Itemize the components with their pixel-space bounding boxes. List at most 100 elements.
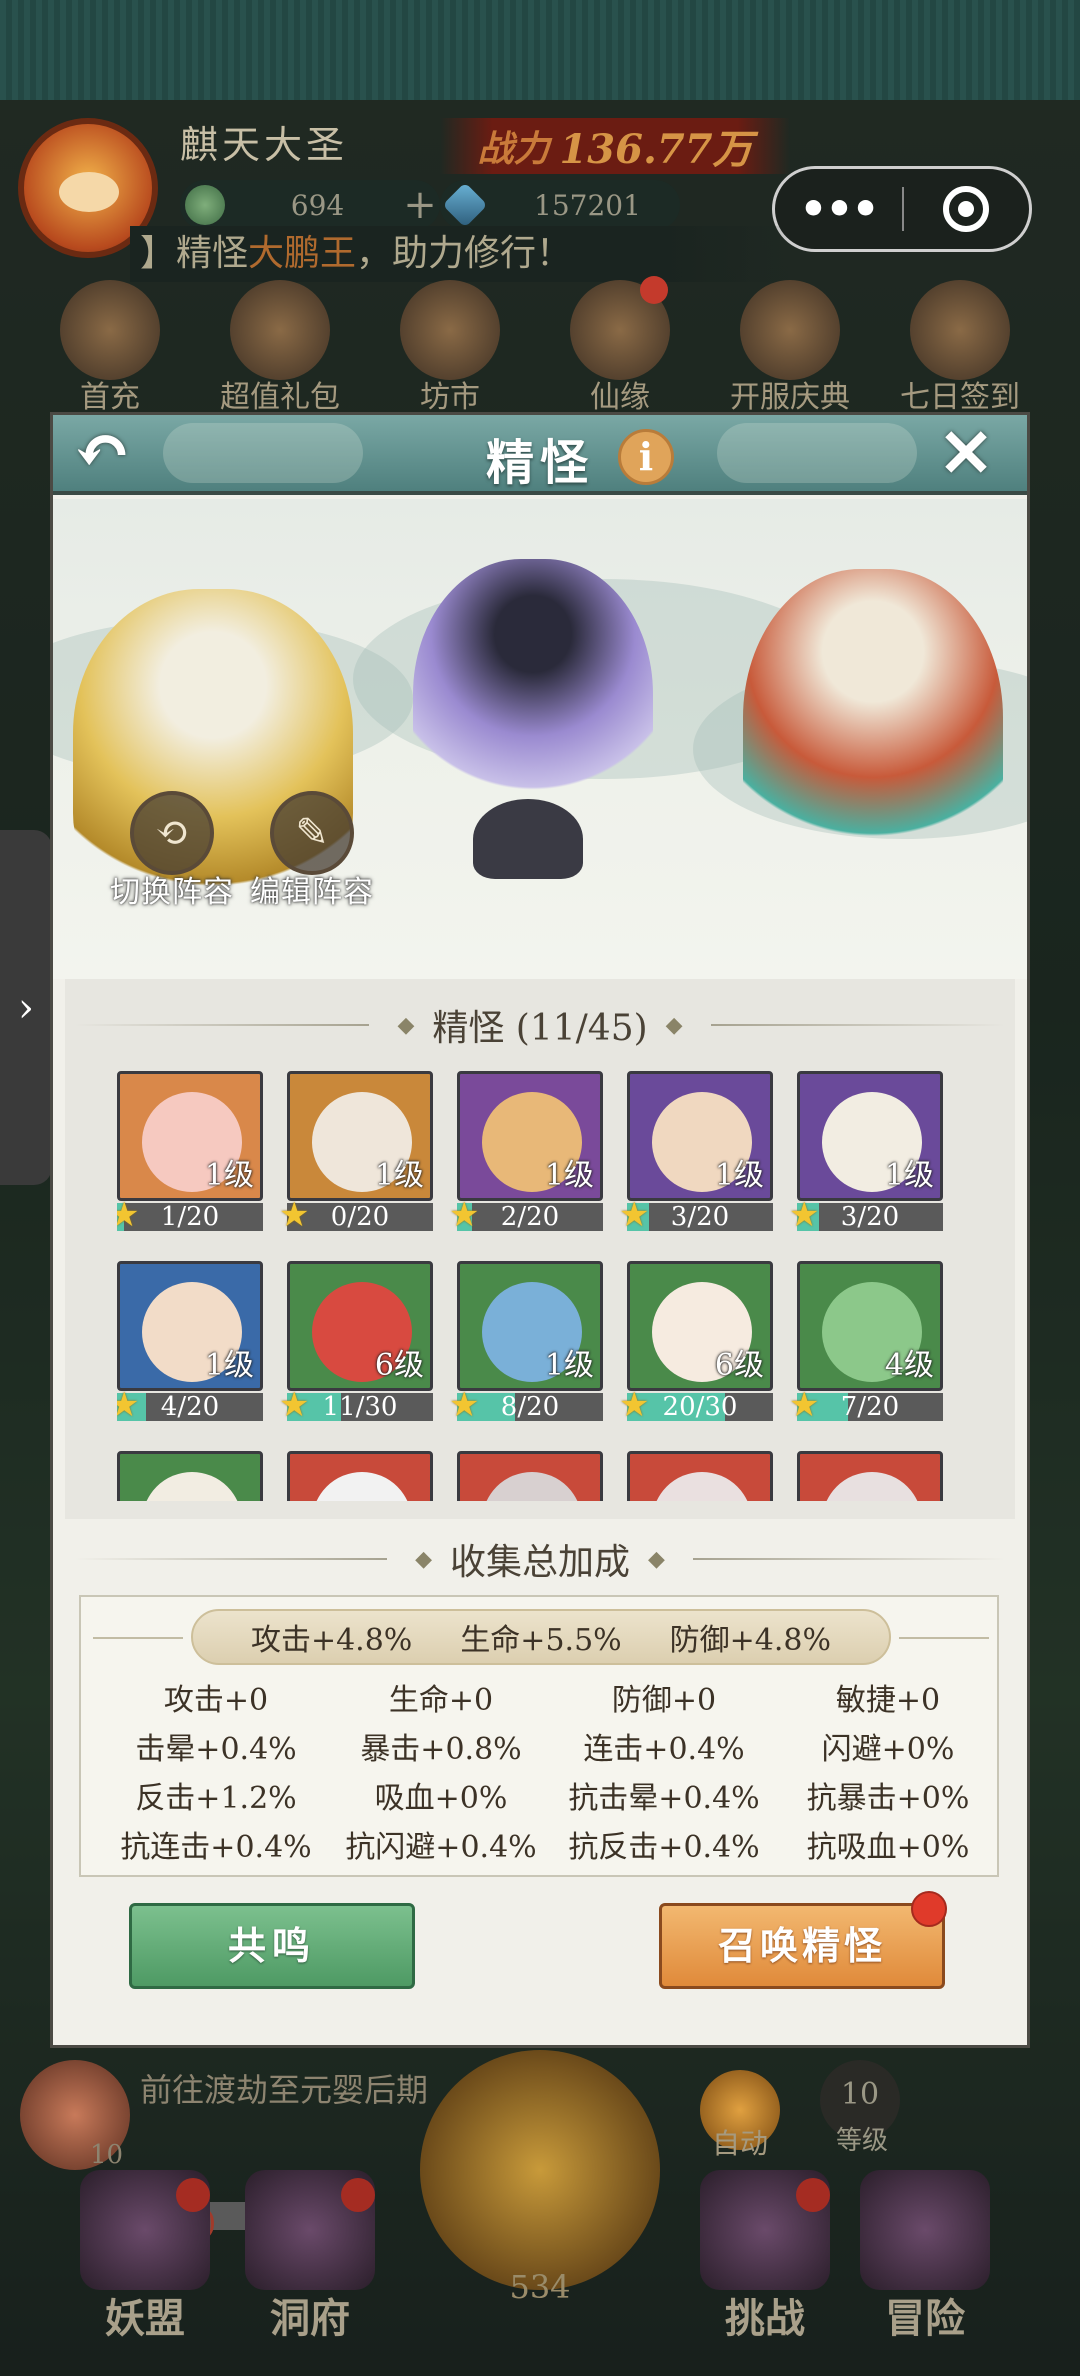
spirit-portrait: 6级 (287, 1261, 433, 1391)
switch-lineup-label: 切换阵容 (110, 875, 234, 910)
divider (710, 1024, 1005, 1026)
bonus-stat: 生命+0 (388, 1683, 494, 1718)
spirit-card[interactable]: 1级 0/20 ★ (279, 1071, 433, 1233)
bonus-stat: 连击+0.4% (583, 1732, 745, 1767)
gift-bag-icon (230, 280, 330, 380)
spirit-portrait (117, 1451, 263, 1501)
power-display: 战力 136.77万 (440, 118, 790, 174)
star-icon: ★ (279, 1195, 310, 1235)
announcement-suffix: ，助力修行！ (356, 233, 573, 274)
spirit-portrait: 1级 (457, 1071, 603, 1201)
bonus-stat: 抗吸血+0% (806, 1830, 970, 1865)
axe-action-button[interactable] (420, 2050, 660, 2290)
roster-title: 精怪 (11/45) (432, 1008, 648, 1049)
menu-first-recharge[interactable]: 首充 (50, 280, 170, 415)
menu-market[interactable]: 坊市 (390, 280, 510, 415)
axe-count: 534 (509, 2268, 571, 2306)
mountain-icon (860, 2170, 990, 2290)
gem-icon (442, 182, 488, 228)
divider (692, 1558, 1006, 1560)
coin-market-icon (400, 280, 500, 380)
spirit-card[interactable]: 1级 8/20 ★ (449, 1261, 603, 1423)
spirit-card[interactable]: 1级 3/20 ★ (789, 1071, 943, 1233)
spirit-card[interactable]: 1级 4/20 ★ (117, 1261, 263, 1423)
spirit-portrait: 1级 (117, 1071, 263, 1201)
gem-value: 157201 (534, 188, 641, 222)
spirit-level: 1级 (544, 1348, 594, 1383)
announcement-prefix: 】精怪 (140, 233, 249, 274)
spirit-card[interactable]: 6级 20/30 ★ (619, 1261, 773, 1423)
spirit-card[interactable]: 1级 1/20 ★ (117, 1071, 263, 1235)
bonus-summary: 攻击+4.8% 生命+5.5% 防御+4.8% (93, 1609, 989, 1665)
spirit-level: 1级 (204, 1348, 254, 1383)
spirit-card[interactable] (457, 1451, 603, 1501)
more-menu-button[interactable]: ••• (775, 184, 902, 235)
star-icon: ★ (449, 1195, 480, 1235)
spirit-portrait (457, 1451, 603, 1501)
panel-header: ↶ 精怪 i ✕ (53, 415, 1027, 495)
first-recharge-icon (60, 280, 160, 380)
nav-label: 妖盟 (105, 2295, 185, 2342)
bonus-title-bar: ◆ 收集总加成 ◆ (65, 1521, 1015, 1591)
coin-value: 694 (290, 188, 345, 222)
summon-spirit-button[interactable]: 召唤精怪 (659, 1903, 945, 1989)
edit-lineup-button[interactable]: ✎ 编辑阵容 (237, 791, 387, 911)
menu-value-pack[interactable]: 超值礼包 (220, 280, 340, 415)
menu-server-celebration[interactable]: 开服庆典 (730, 280, 850, 415)
nav-cave[interactable]: 洞府 (225, 2170, 395, 2360)
nav-label: 挑战 (725, 2295, 805, 2342)
spirit-grid: 1级 1/20 ★ 1级 0/20 ★ 1级 2/20 ★ 1级 3/20 ★ 1级 3/20 ★ 1级 4/2… (117, 1071, 977, 1501)
bonus-stat: 闪避+0% (821, 1732, 955, 1767)
notification-dot (176, 2178, 210, 2212)
announcement-banner: 】精怪大鹏王，助力修行！ (130, 226, 790, 282)
add-coins-button[interactable]: + (400, 182, 440, 228)
spirit-level: 1级 (884, 1158, 934, 1193)
spirit-card[interactable]: 6级 11/30 ★ (279, 1261, 433, 1423)
bonus-stat: 反击+1.2% (135, 1781, 297, 1816)
star-icon: ★ (619, 1385, 650, 1425)
quest-desc: 前往渡劫至元婴后期 (140, 2071, 429, 2109)
divider (75, 1558, 388, 1560)
nav-alliance[interactable]: 妖盟 (60, 2170, 230, 2360)
summary-attack: 攻击+4.8% (250, 1623, 413, 1658)
menu-label: 开服庆典 (730, 380, 850, 415)
bonus-stat: 暴击+0.8% (360, 1732, 522, 1767)
quest-tracker[interactable]: 前往渡劫至元婴后期(0/1) (20, 2060, 440, 2241)
miniprogram-capsule: ••• (772, 166, 1032, 252)
spirit-roster: ◆ 精怪 (11/45) ◆ 1级 1/20 ★ 1级 0/20 ★ 1级 2/20 ★ 1级 3/… (65, 979, 1015, 1519)
spirit-card[interactable]: 1级 3/20 ★ (619, 1071, 773, 1233)
panel-title: 精怪 (485, 435, 594, 491)
exit-miniprogram-button[interactable] (904, 186, 1029, 232)
star-icon: ★ (789, 1385, 820, 1425)
ornament-icon: ◆ (648, 1546, 665, 1572)
spirit-card[interactable] (287, 1451, 433, 1501)
menu-seven-day-signin[interactable]: 七日签到 (900, 280, 1020, 415)
close-button[interactable]: ✕ (933, 420, 999, 487)
bonus-stat: 敏捷+0 (835, 1683, 941, 1718)
nav-adventure[interactable]: 冒险 (840, 2170, 1010, 2360)
lineup-spirit-right[interactable] (743, 569, 1003, 899)
spirit-card[interactable] (797, 1451, 943, 1501)
spirit-card[interactable] (627, 1451, 773, 1501)
bonus-stat: 击晕+0.4% (135, 1732, 297, 1767)
spirit-portrait: 6级 (627, 1261, 773, 1391)
info-button[interactable]: i (618, 429, 674, 485)
status-bar-background (0, 0, 1080, 100)
star-icon: ★ (117, 1195, 140, 1235)
spirit-card[interactable] (117, 1451, 263, 1501)
spirit-card[interactable]: 1级 2/20 ★ (449, 1071, 603, 1233)
nav-challenge[interactable]: 挑战 (680, 2170, 850, 2360)
spirit-face (312, 1472, 412, 1501)
side-expand-tab[interactable]: › (0, 830, 52, 1185)
announcement-highlight: 大鹏王 (248, 233, 357, 274)
spirit-portrait: 1级 (287, 1071, 433, 1201)
spirit-card[interactable]: 4级 7/20 ★ (789, 1261, 943, 1423)
spirit-level: 1级 (204, 1158, 254, 1193)
switch-icon: ⟲ (130, 791, 214, 875)
switch-lineup-button[interactable]: ⟲ 切换阵容 (97, 791, 247, 911)
ornament-icon: ◆ (665, 1012, 683, 1038)
bonus-stat: 防御+0 (611, 1683, 717, 1718)
top-menu: 首充 超值礼包 坊市 仙缘 开服庆典 七日签到 (40, 276, 1040, 415)
spirit-portrait (287, 1451, 433, 1501)
resonate-button[interactable]: 共鸣 (129, 1903, 415, 1989)
